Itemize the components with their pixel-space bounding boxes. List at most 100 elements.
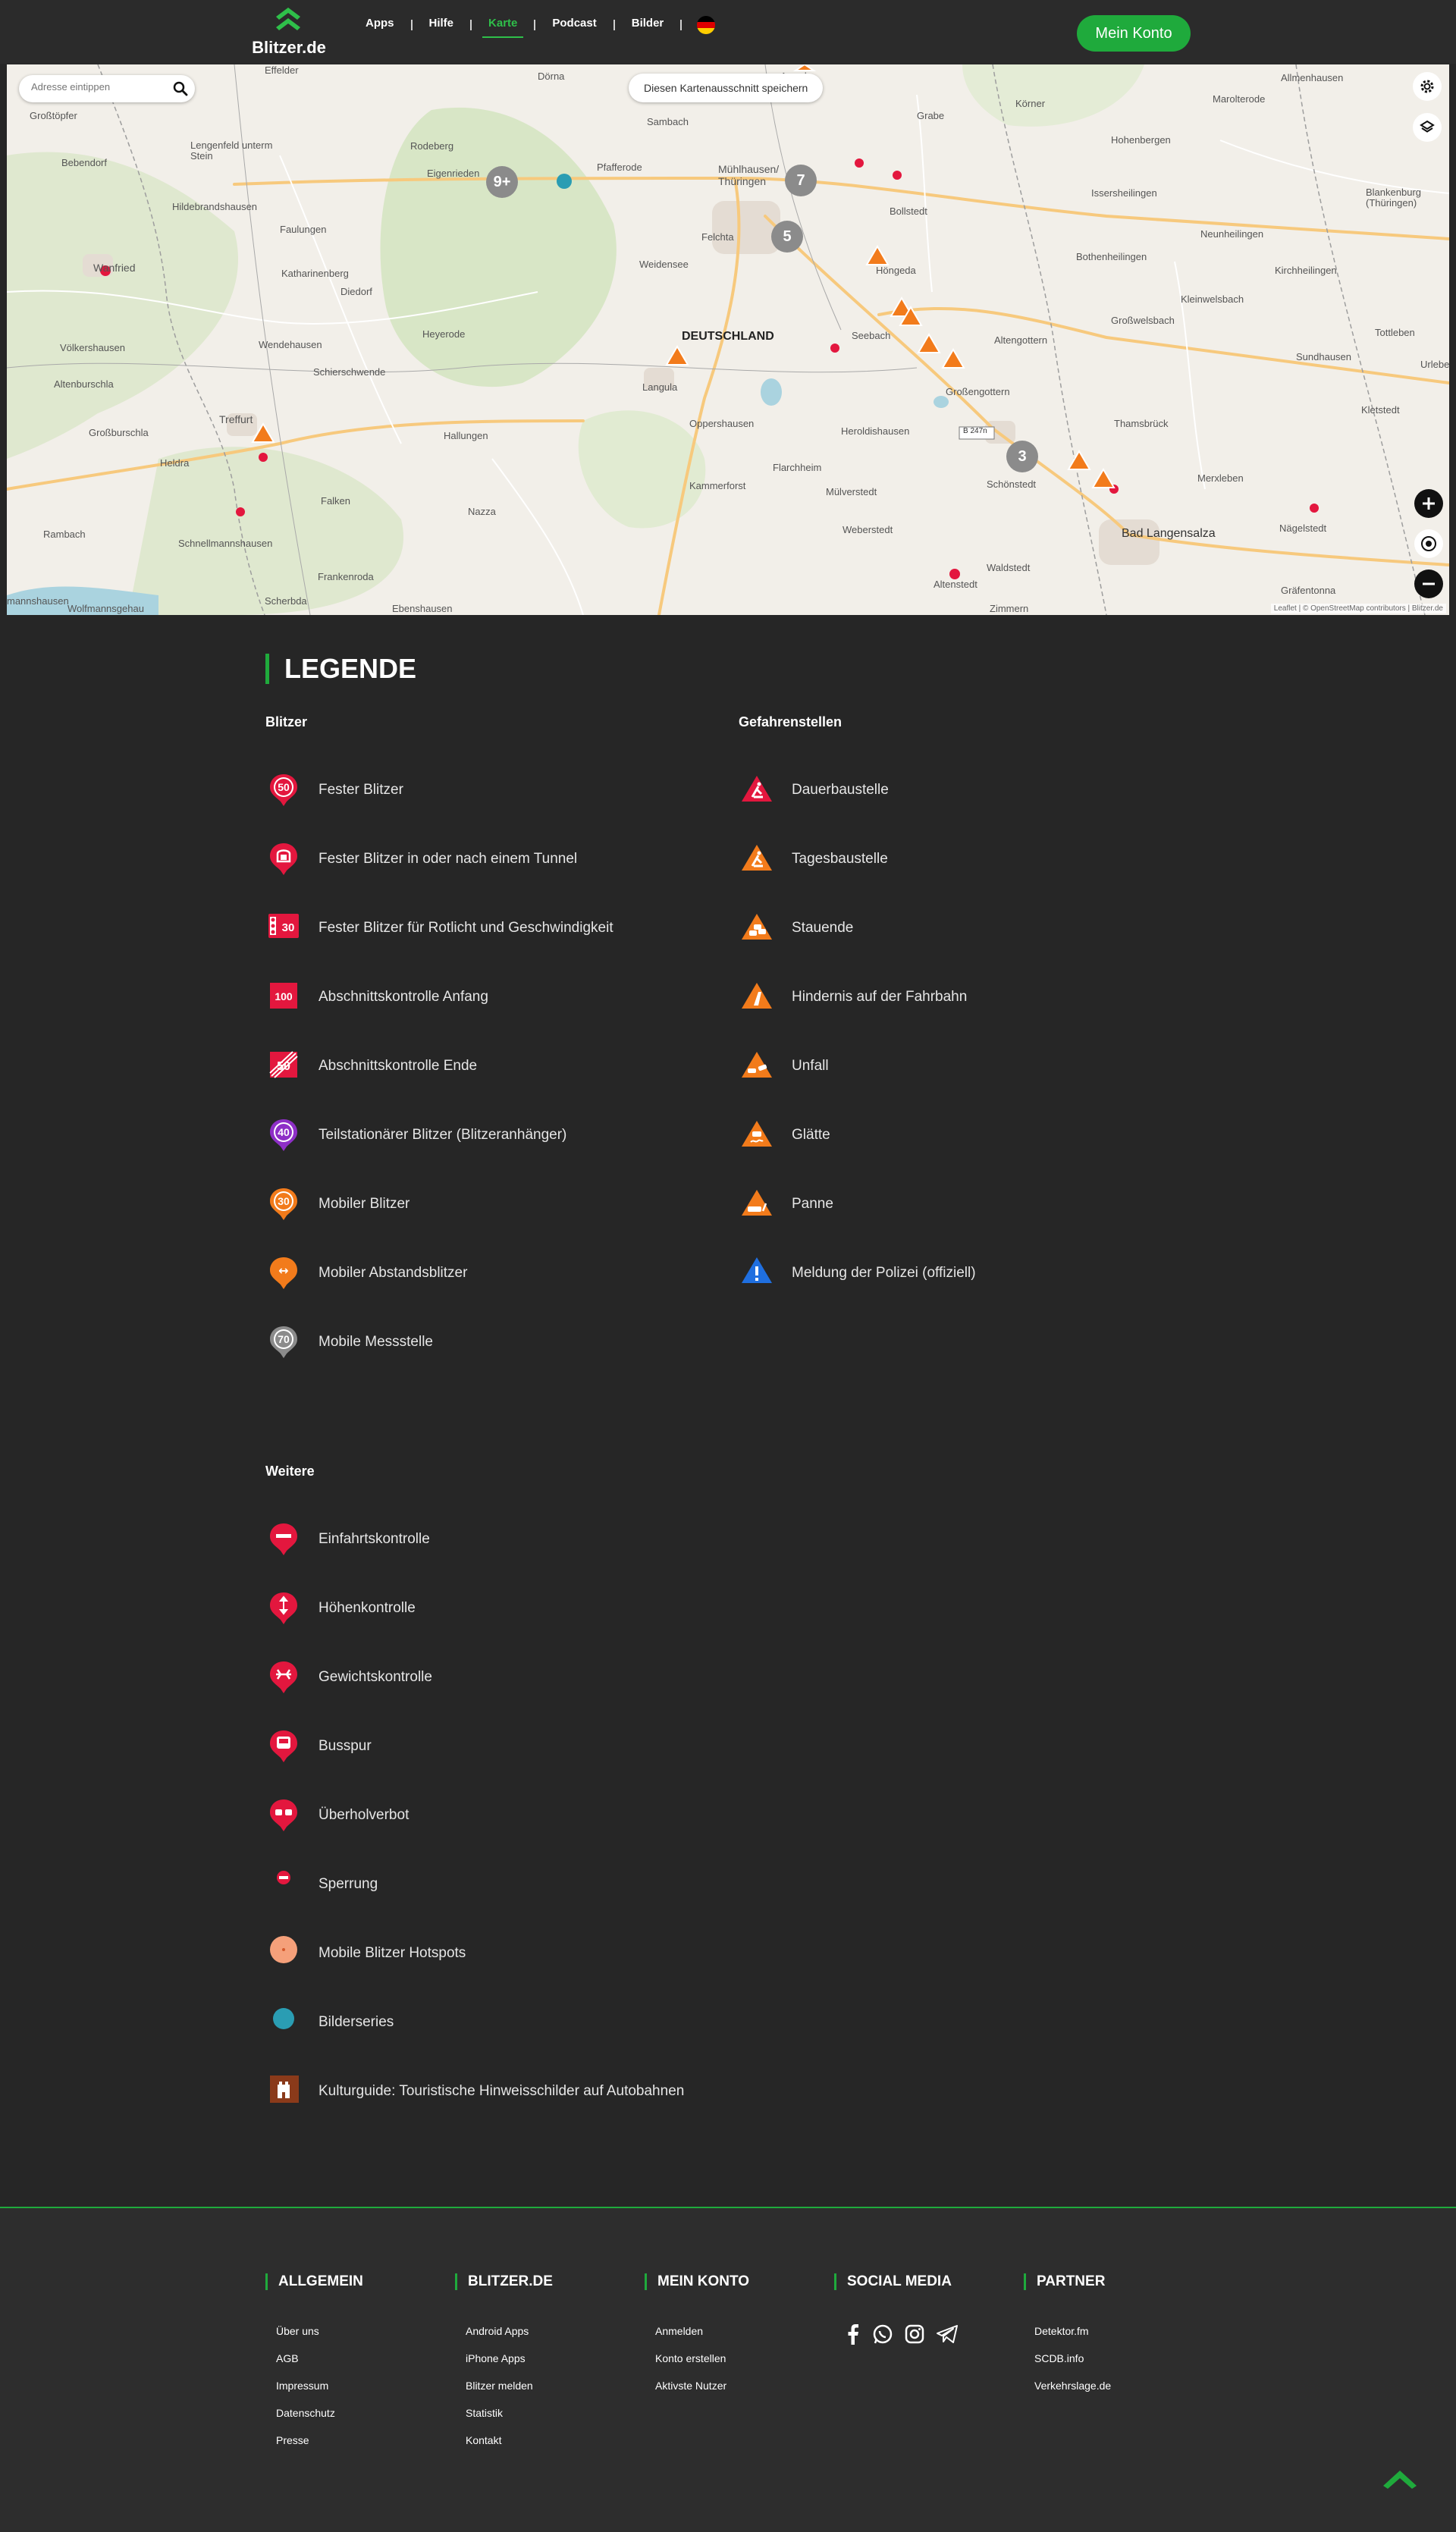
zoom-in-button[interactable] (1414, 489, 1443, 518)
footer-link-aktivste-nutzer[interactable]: Aktivste Nutzer (655, 2380, 749, 2393)
footer-col-konto: MEIN KONTO Anmelden Konto erstellen Akti… (645, 2273, 749, 2393)
nav-karte[interactable]: Karte (472, 14, 534, 38)
legend-label: Busspur (318, 1738, 372, 1754)
footer-link-anmelden[interactable]: Anmelden (655, 2325, 749, 2339)
map-place-label: Frankenroda (318, 571, 374, 582)
legend-label: Abschnittskontrolle Ende (318, 1058, 478, 1074)
map-place-label: Weidensee (639, 259, 689, 270)
map-cluster-marker[interactable]: 9+ (486, 166, 518, 198)
map-place-label: Großburschla (89, 427, 149, 438)
map-place-label: Altenstedt (934, 579, 977, 590)
site-header: Blitzer.de Apps Hilfe Karte Podcast Bild… (0, 0, 1456, 64)
map-place-label: Zimmern (990, 603, 1029, 614)
footer-col-allgemein: ALLGEMEIN Über uns AGB Impressum Datensc… (265, 2273, 363, 2448)
map-place-label: Merxleben (1197, 472, 1244, 484)
footer-link-konto-erstellen[interactable]: Konto erstellen (655, 2352, 749, 2366)
map-attribution[interactable]: Leaflet | © OpenStreetMap contributors |… (1270, 604, 1446, 613)
legend-label: Mobile Blitzer Hotspots (318, 1945, 466, 1961)
address-search-input[interactable] (31, 81, 160, 93)
section-control-end-icon: 50 (265, 1047, 303, 1085)
footer-col-blitzer: BLITZER.DE Android Apps iPhone Apps Blit… (455, 2273, 553, 2448)
map-place-label: Felchta (701, 231, 734, 243)
map-place-label: Höngeda (876, 265, 916, 276)
map-place-label: Katharinenberg (281, 268, 349, 279)
brand-name: Blitzer.de (252, 38, 326, 57)
flag-germany-icon[interactable] (697, 16, 716, 34)
nav-bilder[interactable]: Bilder (615, 14, 681, 36)
legend-item: Dauerbaustelle (739, 767, 889, 813)
map-place-label: Langula (642, 381, 678, 393)
legend-heading-gefahren: Gefahrenstellen (739, 714, 843, 729)
nav-apps[interactable]: Apps (349, 14, 411, 36)
map-settings-button[interactable] (1413, 72, 1442, 101)
minus-icon (1423, 582, 1435, 585)
map-cluster-marker[interactable]: 7 (785, 165, 817, 196)
whatsapp-icon[interactable] (872, 2323, 893, 2345)
legend-label: Panne (792, 1196, 833, 1212)
map-cluster-marker[interactable]: 5 (771, 221, 803, 253)
legend-item: Einfahrtskontrolle (265, 1517, 430, 1562)
legend-item: Tagesbaustelle (739, 836, 888, 882)
footer-link-datenschutz[interactable]: Datenschutz (276, 2407, 363, 2421)
legend-item: ↔ Mobiler Abstandsblitzer (265, 1250, 467, 1296)
locate-button[interactable] (1414, 529, 1443, 558)
footer-link-agb[interactable]: AGB (276, 2352, 363, 2366)
footer-link-iphone-apps[interactable]: iPhone Apps (466, 2352, 553, 2366)
map-place-label: Schierschwende (313, 366, 386, 378)
svg-text:40: 40 (278, 1126, 290, 1138)
footer-link-statistik[interactable]: Statistik (466, 2407, 553, 2421)
legend-item: Busspur (265, 1724, 372, 1769)
nav-podcast[interactable]: Podcast (535, 14, 613, 36)
map-road-label: B 247n (963, 427, 987, 435)
fixed-speed-camera-icon: 50 (265, 771, 303, 809)
footer-col-partner: PARTNER Detektor.fm SCDB.info Verkehrsla… (1024, 2273, 1111, 2393)
map-place-label: Hohenbergen (1111, 134, 1171, 146)
search-icon[interactable] (172, 80, 189, 97)
scroll-to-top-icon[interactable] (1380, 2463, 1420, 2489)
legend-item: 30 Mobiler Blitzer (265, 1181, 410, 1227)
footer-link-presse[interactable]: Presse (276, 2434, 363, 2448)
map-place-label: Wolfmannsgehau (67, 603, 144, 614)
map-place-label: Altengottern (994, 334, 1048, 346)
legend-item: Unfall (739, 1043, 829, 1089)
map-place-label: Großwelsbach (1111, 315, 1175, 326)
map-cluster-marker[interactable]: 3 (1006, 441, 1038, 472)
account-button[interactable]: Mein Konto (1077, 15, 1191, 52)
mobile-measuring-point-icon: 70 (265, 1323, 303, 1361)
telegram-icon[interactable] (936, 2323, 959, 2345)
legend-item: Meldung der Polizei (offiziell) (739, 1250, 976, 1296)
facebook-icon[interactable] (845, 2323, 861, 2345)
svg-text:100: 100 (275, 990, 293, 1002)
svg-text:↔: ↔ (278, 1263, 288, 1278)
footer-link-verkehrslage[interactable]: Verkehrslage.de (1034, 2380, 1111, 2393)
map-layers-button[interactable] (1413, 113, 1442, 142)
traffic-jam-end-icon (739, 909, 777, 947)
main-nav: Apps Hilfe Karte Podcast Bilder (349, 14, 716, 38)
map-place-label: Sambach (647, 116, 689, 127)
map-place-label: Oppershausen (689, 418, 755, 429)
map-place-label: Kleinwelsbach (1181, 293, 1244, 305)
nav-hilfe[interactable]: Hilfe (413, 14, 471, 36)
map-place-label: Eigenrieden (427, 168, 480, 179)
map-place-label: Bollstedt (890, 206, 927, 217)
save-map-view-button[interactable]: Diesen Kartenausschnitt speichern (629, 74, 824, 102)
distance-camera-icon: ↔ (265, 1254, 303, 1292)
accident-icon (739, 1047, 777, 1085)
instagram-icon[interactable] (904, 2323, 925, 2345)
legend-title: LEGENDE (265, 654, 416, 684)
footer-link-android-apps[interactable]: Android Apps (466, 2325, 553, 2339)
footer-link-ueber-uns[interactable]: Über uns (276, 2325, 363, 2339)
footer-link-impressum[interactable]: Impressum (276, 2380, 363, 2393)
footer-link-scdb[interactable]: SCDB.info (1034, 2352, 1111, 2366)
map-view[interactable]: Effelder Dörna Anrode Körner Marolterode… (7, 64, 1449, 615)
footer-link-blitzer-melden[interactable]: Blitzer melden (466, 2380, 553, 2393)
svg-text:30: 30 (278, 1195, 290, 1207)
footer-link-kontakt[interactable]: Kontakt (466, 2434, 553, 2448)
legend-item: Gewichtskontrolle (265, 1655, 432, 1700)
zoom-out-button[interactable] (1414, 569, 1443, 598)
footer-link-detektor[interactable]: Detektor.fm (1034, 2325, 1111, 2339)
legend-item: Überholverbot (265, 1793, 409, 1838)
legend-item: Bilderseries (265, 2000, 394, 2045)
site-logo[interactable]: Blitzer.de (247, 5, 331, 59)
map-place-label: Falken (321, 495, 351, 507)
